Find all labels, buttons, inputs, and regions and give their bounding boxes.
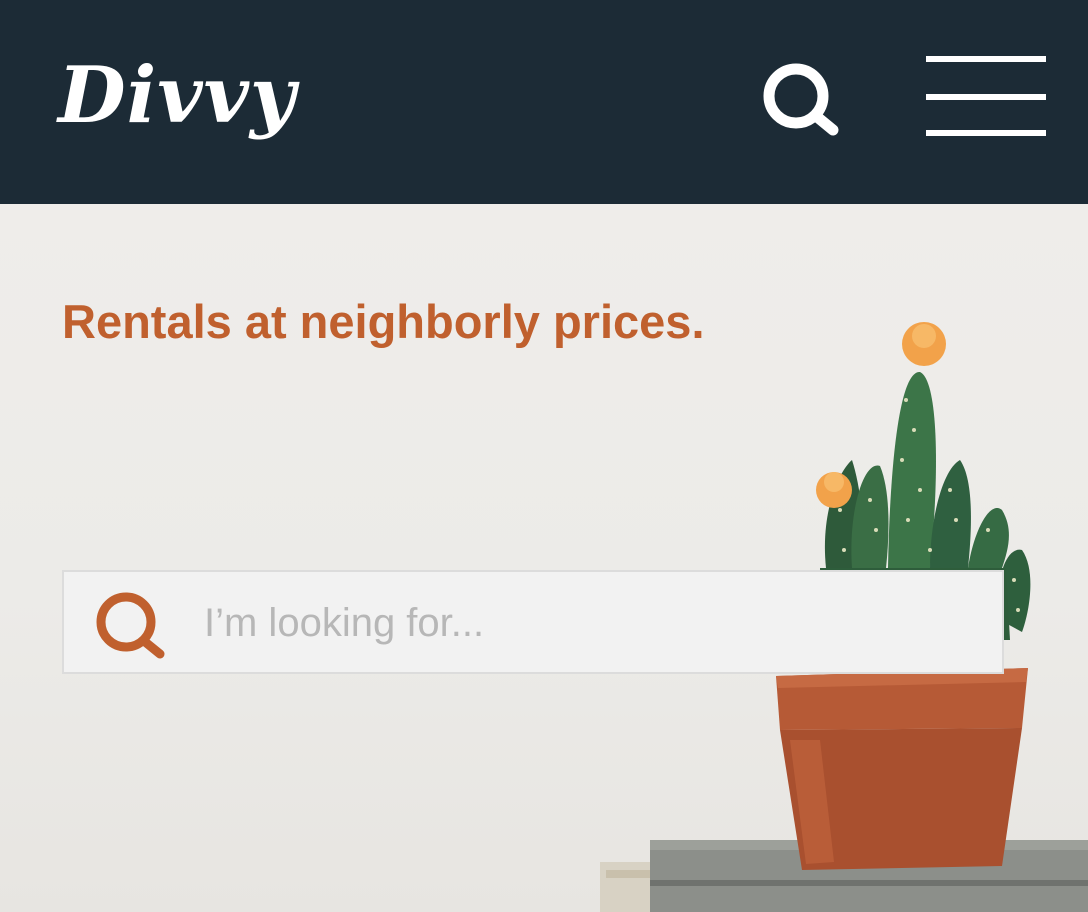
header-search-button[interactable]: [758, 60, 842, 136]
hamburger-menu-icon-bar: [926, 94, 1046, 100]
menu-button[interactable]: [926, 56, 1046, 138]
hamburger-menu-icon-bar: [926, 56, 1046, 62]
search-icon: [763, 63, 839, 136]
search-input[interactable]: [202, 586, 986, 660]
top-navbar: Divvy: [0, 0, 1088, 204]
search-icon: [96, 592, 165, 659]
hamburger-menu-icon-bar: [926, 130, 1046, 136]
brand-logo[interactable]: Divvy: [58, 46, 296, 146]
app-root: Divvy Rentals at neighborly prices.: [0, 0, 1088, 912]
search-bar[interactable]: [62, 570, 1004, 674]
